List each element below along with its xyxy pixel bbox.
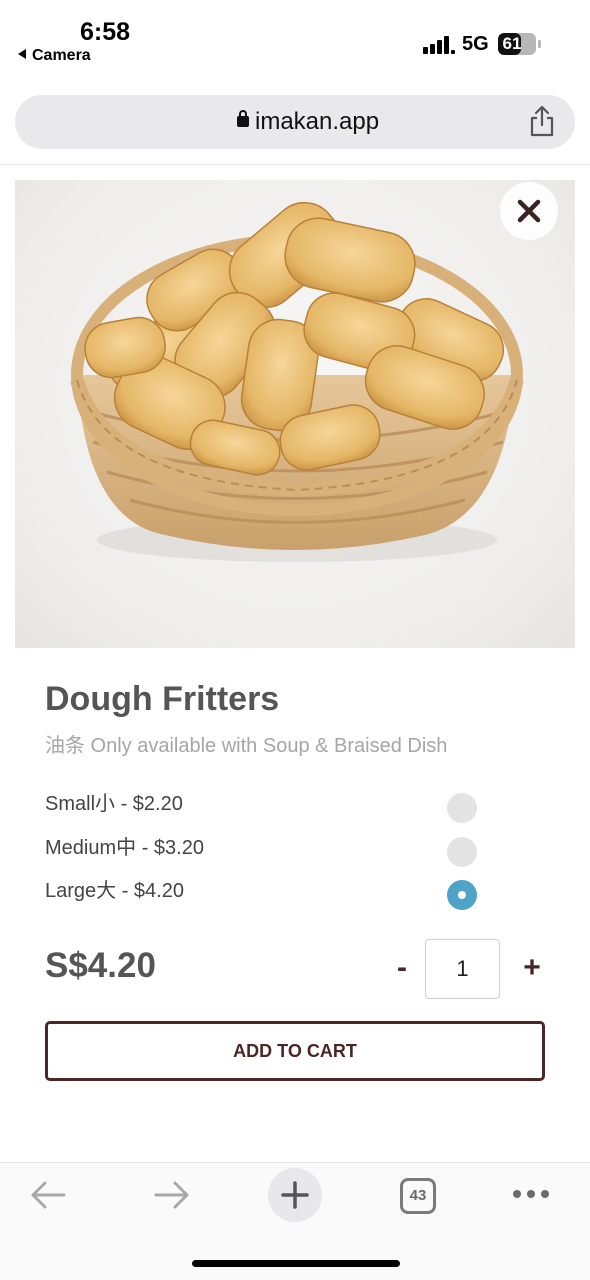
top-divider — [0, 164, 590, 165]
back-arrow-icon[interactable] — [30, 1180, 66, 1210]
product-title: Dough Fritters — [45, 680, 280, 718]
url-text: imakan.app — [255, 108, 380, 135]
quantity-input[interactable]: 1 — [425, 939, 500, 999]
total-price: S$4.20 — [45, 946, 156, 985]
add-to-cart-button[interactable]: ADD TO CART — [45, 1021, 545, 1081]
close-button[interactable] — [500, 182, 558, 240]
battery-cap — [538, 40, 541, 48]
option-large-label: Large大 - $4.20 — [45, 880, 184, 902]
forward-arrow-icon[interactable] — [154, 1180, 190, 1210]
back-app-label: Camera — [32, 47, 91, 64]
home-indicator — [192, 1260, 400, 1267]
more-icon[interactable] — [512, 1188, 550, 1200]
product-subtitle: 油条 Only available with Soup & Braised Di… — [45, 735, 448, 757]
share-icon[interactable] — [528, 105, 556, 137]
new-tab-plus-icon — [281, 1181, 309, 1209]
option-medium-radio[interactable] — [447, 837, 477, 867]
back-to-camera-link[interactable]: Camera — [18, 47, 91, 65]
network-type: 5G — [462, 33, 489, 55]
address-bar[interactable]: imakan.app — [15, 95, 575, 149]
fritters-basket-illustration — [70, 201, 524, 562]
close-icon — [517, 199, 541, 223]
option-large-radio[interactable] — [447, 880, 477, 910]
option-medium-label: Medium中 - $3.20 — [45, 837, 204, 859]
back-triangle-icon — [18, 49, 26, 59]
status-bar: 6:58 Camera 5G 61 — [0, 0, 590, 70]
status-time: 6:58 — [80, 18, 131, 46]
battery-percent: 61 — [502, 34, 522, 53]
quantity-increase-button[interactable]: + — [520, 951, 544, 985]
product-image — [15, 180, 575, 648]
new-tab-button[interactable] — [268, 1168, 322, 1222]
lock-icon — [237, 110, 249, 127]
option-small-label: Small小 - $2.20 — [45, 793, 183, 815]
quantity-decrease-button[interactable]: - — [390, 951, 414, 985]
battery-icon: 61 — [498, 33, 536, 55]
tabs-button[interactable]: 43 — [400, 1178, 436, 1214]
signal-strength-icon — [423, 34, 455, 54]
option-small-radio[interactable] — [447, 793, 477, 823]
